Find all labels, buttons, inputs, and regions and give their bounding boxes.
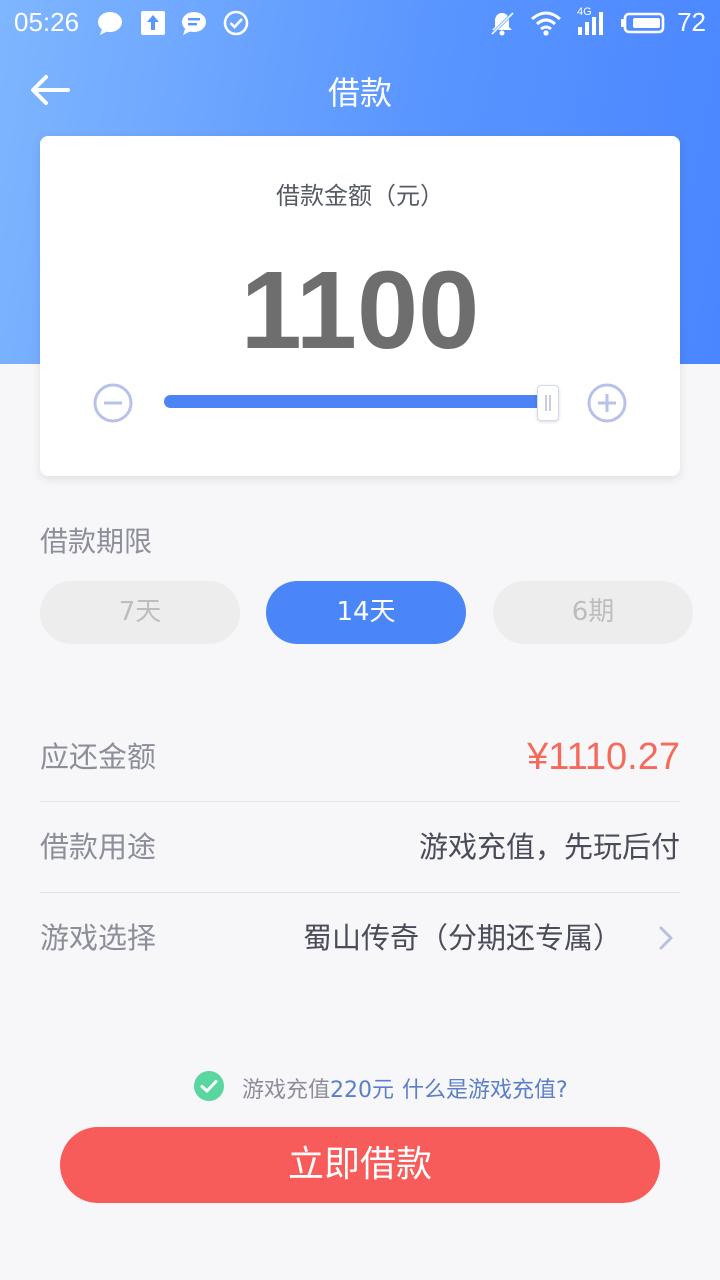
term-option-6-periods[interactable]: 6期 <box>493 581 693 644</box>
amount-slider-thumb[interactable] <box>537 385 559 421</box>
recharge-notice: 游戏充值220元 什么是游戏充值? <box>0 1067 720 1107</box>
term-title: 借款期限 <box>40 525 153 558</box>
decrease-amount-button[interactable] <box>92 382 134 424</box>
signal-icon <box>578 12 603 35</box>
repay-amount-label: 应还金额 <box>40 740 157 774</box>
recharge-prefix: 游戏充值 <box>242 1078 331 1103</box>
term-option-7-days[interactable]: 7天 <box>40 581 240 644</box>
increase-amount-button[interactable] <box>586 382 628 424</box>
page-title: 借款 <box>327 74 392 112</box>
borrow-now-button[interactable]: 立即借款 <box>60 1127 660 1203</box>
recharge-amount: 220元 <box>330 1078 395 1103</box>
status-time: 05:26 <box>14 7 80 37</box>
check-circle-icon[interactable] <box>193 1070 225 1102</box>
amount-label: 借款金额（元） <box>276 182 444 210</box>
battery-icon <box>621 12 665 34</box>
loan-purpose-value: 游戏充值，先玩后付 <box>418 830 680 864</box>
what-is-recharge-link[interactable]: 什么是游戏充值? <box>402 1078 568 1103</box>
game-select-row[interactable]: 游戏选择 蜀山传奇（分期还专属） <box>40 893 680 983</box>
game-select-value: 蜀山传奇（分期还专属） <box>302 921 622 955</box>
wifi-icon <box>531 11 561 36</box>
loan-amount-card: 借款金额（元） 1100 <box>40 136 680 476</box>
chat-bubble-icon <box>98 12 122 35</box>
repay-amount-value: ¥1110.27 <box>527 736 680 778</box>
status-bar: 05:26 4G 72 <box>0 0 720 46</box>
term-option-14-days[interactable]: 14天 <box>266 581 466 644</box>
battery-level: 72 <box>677 7 706 37</box>
amount-value: 1100 <box>240 249 480 372</box>
amount-slider-track[interactable] <box>164 395 548 408</box>
chevron-right-icon <box>659 926 673 950</box>
message-icon <box>182 12 206 35</box>
mute-bell-icon <box>490 11 515 36</box>
recharge-notice-text: 游戏充值220元 什么是游戏充值? <box>242 1072 568 1104</box>
repay-amount-row: 应还金额 ¥1110.27 <box>40 712 680 802</box>
check-circle-icon <box>223 10 249 36</box>
game-select-label: 游戏选择 <box>40 921 157 955</box>
loan-purpose-label: 借款用途 <box>40 830 157 864</box>
amount-slider-fill <box>164 395 548 408</box>
upload-icon <box>141 11 165 35</box>
loan-purpose-row: 借款用途 游戏充值，先玩后付 <box>40 802 680 892</box>
